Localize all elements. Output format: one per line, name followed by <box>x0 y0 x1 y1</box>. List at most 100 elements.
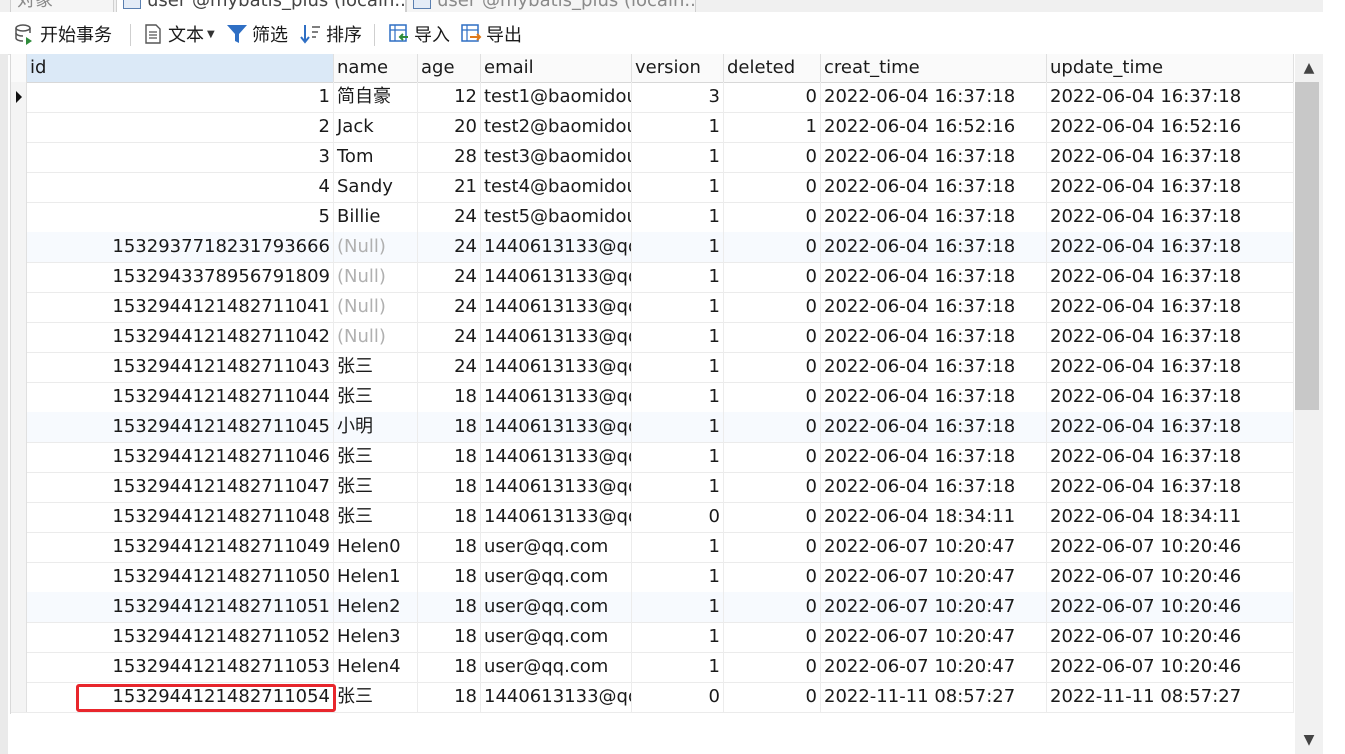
cell-version[interactable]: 0 <box>632 502 724 532</box>
row-selector[interactable] <box>11 502 27 532</box>
begin-transaction-button[interactable]: 开始事务 <box>14 20 112 48</box>
cell-name[interactable]: 张三 <box>334 472 418 502</box>
row-selector[interactable] <box>11 172 27 202</box>
cell-deleted[interactable]: 0 <box>724 472 821 502</box>
cell-name[interactable]: 小明 <box>334 412 418 442</box>
cell-name[interactable]: Jack <box>334 112 418 142</box>
table-row[interactable]: 2Jack20test2@baomidou.com112022-06-04 16… <box>11 112 1294 143</box>
cell-name[interactable]: 张三 <box>334 682 418 712</box>
table-row[interactable]: 1532944121482711047张三181440613133@qq.com… <box>11 472 1294 503</box>
cell-update-time[interactable]: 2022-06-04 16:37:18 <box>1047 142 1294 172</box>
cell-version[interactable]: 1 <box>632 142 724 172</box>
row-selector[interactable] <box>11 592 27 622</box>
tab-user-design[interactable]: user @mybatis_plus (localh... <box>406 0 696 12</box>
cell-age[interactable]: 18 <box>418 502 481 532</box>
cell-deleted[interactable]: 0 <box>724 442 821 472</box>
column-header-name[interactable]: name <box>334 54 418 82</box>
cell-update-time[interactable]: 2022-06-04 16:37:18 <box>1047 352 1294 382</box>
filter-button[interactable]: 筛选 <box>226 20 288 48</box>
cell-version[interactable]: 1 <box>632 172 724 202</box>
scroll-down-icon[interactable]: ▼ <box>1295 726 1323 754</box>
cell-email[interactable]: test5@baomidou.com <box>481 202 632 232</box>
cell-email[interactable]: 1440613133@qq.com <box>481 412 632 442</box>
cell-version[interactable]: 1 <box>632 652 724 682</box>
cell-email[interactable]: user@qq.com <box>481 562 632 592</box>
row-selector[interactable] <box>11 262 27 292</box>
cell-version[interactable]: 1 <box>632 592 724 622</box>
cell-update-time[interactable]: 2022-06-04 16:37:18 <box>1047 382 1294 412</box>
cell-id[interactable]: 1532937718231793666 <box>27 232 334 262</box>
cell-name[interactable]: (Null) <box>334 232 418 262</box>
row-selector[interactable] <box>11 292 27 322</box>
cell-update-time[interactable]: 2022-06-07 10:20:46 <box>1047 592 1294 622</box>
cell-update-time[interactable]: 2022-06-07 10:20:46 <box>1047 562 1294 592</box>
cell-creat-time[interactable]: 2022-06-07 10:20:47 <box>821 592 1047 622</box>
cell-version[interactable]: 1 <box>632 412 724 442</box>
cell-update-time[interactable]: 2022-06-04 16:37:18 <box>1047 292 1294 322</box>
cell-age[interactable]: 18 <box>418 532 481 562</box>
cell-email[interactable]: 1440613133@qq.com <box>481 292 632 322</box>
cell-creat-time[interactable]: 2022-06-04 16:37:18 <box>821 82 1047 112</box>
cell-name[interactable]: Tom <box>334 142 418 172</box>
cell-age[interactable]: 18 <box>418 652 481 682</box>
cell-update-time[interactable]: 2022-06-04 16:52:16 <box>1047 112 1294 142</box>
cell-id[interactable]: 1532944121482711046 <box>27 442 334 472</box>
cell-age[interactable]: 21 <box>418 172 481 202</box>
cell-update-time[interactable]: 2022-06-04 16:37:18 <box>1047 412 1294 442</box>
cell-name[interactable]: (Null) <box>334 322 418 352</box>
row-selector[interactable] <box>11 412 27 442</box>
cell-id[interactable]: 5 <box>27 202 334 232</box>
cell-creat-time[interactable]: 2022-11-11 08:57:27 <box>821 682 1047 712</box>
column-header-update-time[interactable]: update_time <box>1047 54 1294 82</box>
table-row[interactable]: 1532944121482711053 Helen4 18 user@qq.com 1 0… <box>11 652 1294 683</box>
cell-name[interactable]: Helen4 <box>334 652 418 682</box>
cell-creat-time[interactable]: 2022-06-04 16:37:18 <box>821 292 1047 322</box>
cell-deleted[interactable]: 0 <box>724 622 821 652</box>
cell-name[interactable]: Billie <box>334 202 418 232</box>
cell-update-time[interactable]: 2022-06-07 10:20:46 <box>1047 652 1294 682</box>
cell-id[interactable]: 1532944121482711048 <box>27 502 334 532</box>
cell-id[interactable]: 1532944121482711052 <box>27 622 334 652</box>
row-selector[interactable] <box>11 322 27 352</box>
tab-user-table[interactable]: user @mybatis_plus (localh... <box>116 0 406 12</box>
cell-age[interactable]: 24 <box>418 202 481 232</box>
cell-deleted[interactable]: 0 <box>724 592 821 622</box>
cell-id[interactable]: 4 <box>27 172 334 202</box>
cell-deleted[interactable]: 0 <box>724 262 821 292</box>
row-selector[interactable] <box>11 202 27 232</box>
cell-version[interactable]: 1 <box>632 352 724 382</box>
cell-update-time[interactable]: 2022-11-11 08:57:27 <box>1047 682 1294 712</box>
column-header-version[interactable]: version <box>632 54 724 82</box>
table-row[interactable]: 1532944121482711052 Helen3 18 user@qq.com 1 0… <box>11 622 1294 653</box>
row-selector[interactable] <box>11 682 27 712</box>
cell-id[interactable]: 1532944121482711051 <box>27 592 334 622</box>
cell-name[interactable]: Helen0 <box>334 532 418 562</box>
cell-creat-time[interactable]: 2022-06-07 10:20:47 <box>821 532 1047 562</box>
cell-email[interactable]: 1440613133@qq.com <box>481 682 632 712</box>
cell-version[interactable]: 1 <box>632 382 724 412</box>
row-selector[interactable] <box>11 652 27 682</box>
column-header-email[interactable]: email <box>481 54 632 82</box>
cell-update-time[interactable]: 2022-06-04 16:37:18 <box>1047 472 1294 502</box>
cell-update-time[interactable]: 2022-06-04 16:37:18 <box>1047 322 1294 352</box>
cell-id[interactable]: 1532943378956791809 <box>27 262 334 292</box>
row-selector[interactable] <box>11 82 27 112</box>
cell-update-time[interactable]: 2022-06-04 18:34:11 <box>1047 502 1294 532</box>
column-header-id[interactable]: id <box>27 54 334 82</box>
cell-age[interactable]: 12 <box>418 82 481 112</box>
cell-deleted[interactable]: 0 <box>724 502 821 532</box>
cell-version[interactable]: 1 <box>632 292 724 322</box>
cell-version[interactable]: 1 <box>632 442 724 472</box>
table-row[interactable]: 1532944121482711049 Helen0 18 user@qq.com 1 0… <box>11 532 1294 563</box>
cell-name[interactable]: Helen2 <box>334 592 418 622</box>
cell-id[interactable]: 1532944121482711044 <box>27 382 334 412</box>
cell-creat-time[interactable]: 2022-06-04 16:37:18 <box>821 262 1047 292</box>
cell-creat-time[interactable]: 2022-06-07 10:20:47 <box>821 652 1047 682</box>
cell-id[interactable]: 1532944121482711042 <box>27 322 334 352</box>
cell-age[interactable]: 24 <box>418 292 481 322</box>
cell-email[interactable]: user@qq.com <box>481 652 632 682</box>
cell-email[interactable]: 1440613133@qq.com <box>481 502 632 532</box>
table-row[interactable]: 1532944121482711045小明181440613133@qq.com… <box>11 412 1294 443</box>
cell-deleted[interactable]: 0 <box>724 532 821 562</box>
table-row[interactable]: 1532944121482711042(Null)241440613133@qq… <box>11 322 1294 353</box>
